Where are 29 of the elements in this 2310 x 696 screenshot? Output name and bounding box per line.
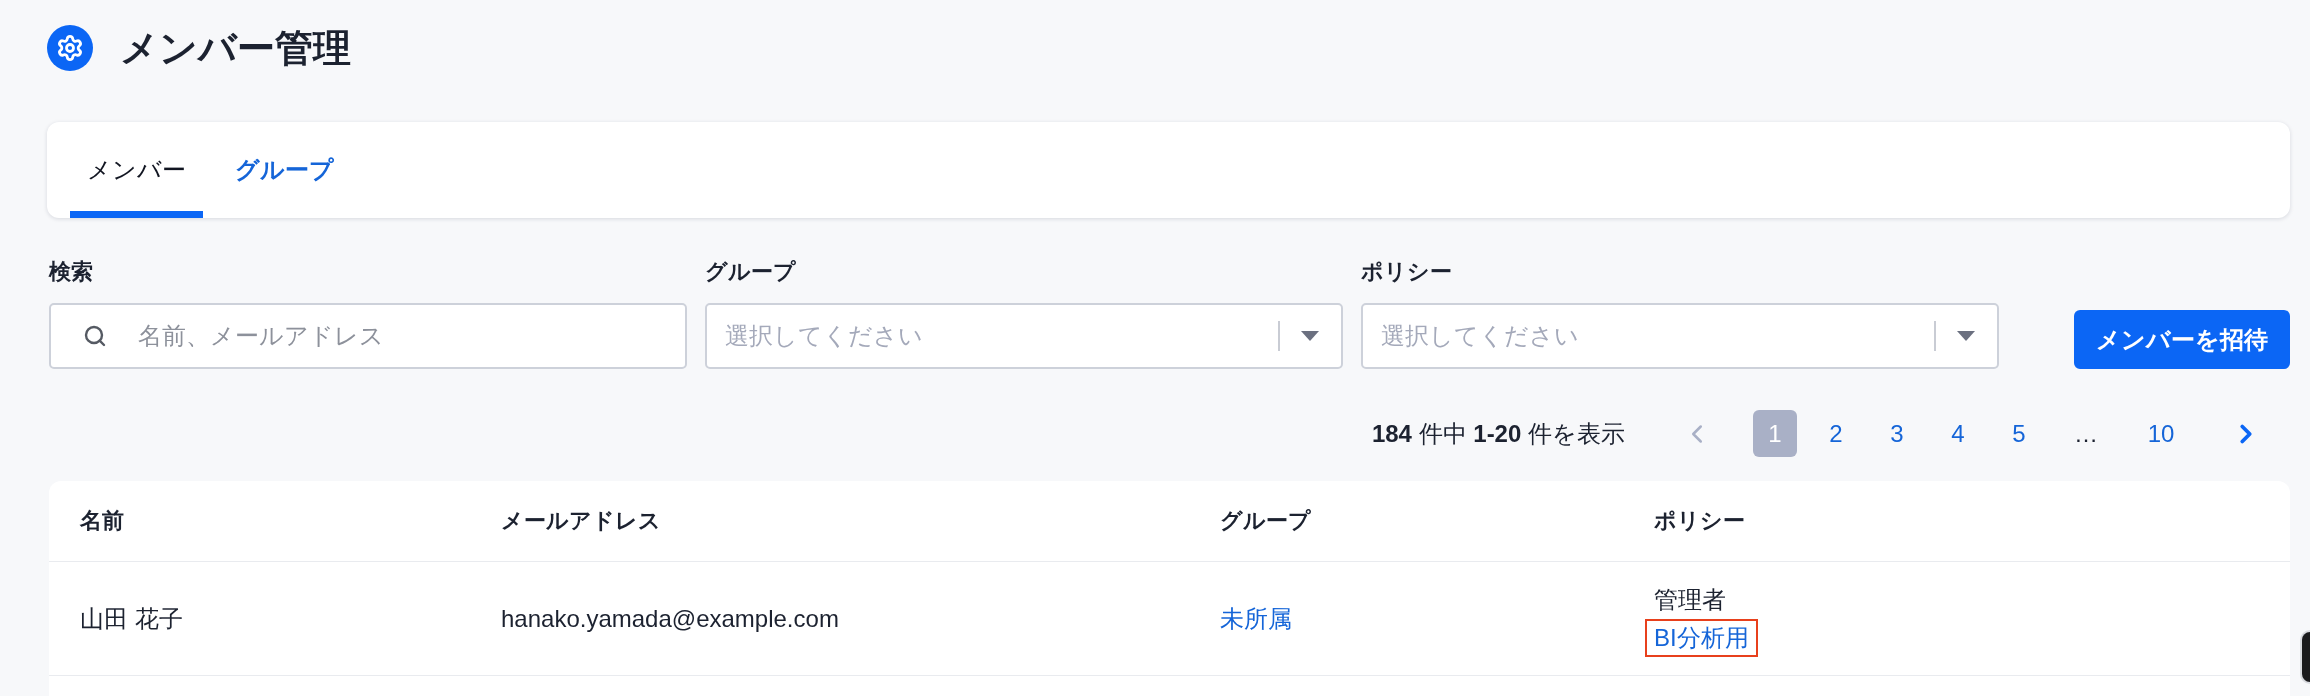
column-header: グループ <box>1220 507 1311 535</box>
page-button[interactable]: 10 <box>2139 410 2183 457</box>
policy-link[interactable]: BI分析用 <box>1645 618 1758 657</box>
invite-button[interactable]: メンバーを招待 <box>2074 310 2290 369</box>
settings-icon <box>47 25 93 71</box>
caret-down-icon <box>1957 331 1975 341</box>
field-label: 検索 <box>49 258 93 286</box>
column-header: メールアドレス <box>501 507 661 535</box>
column-header: ポリシー <box>1654 507 1745 535</box>
table-cell: hanako.yamada@example.com <box>501 604 839 633</box>
page-title: メンバー管理 <box>120 26 351 71</box>
round-button[interactable] <box>2300 630 2310 684</box>
page-button[interactable]: 2 <box>1814 410 1858 457</box>
caret-down-icon <box>1301 331 1319 341</box>
page-button[interactable]: 5 <box>1997 410 2041 457</box>
page-button[interactable]: 4 <box>1936 410 1980 457</box>
policy-text: 管理者 <box>1653 584 1727 615</box>
page-ellipsis: … <box>2073 419 2099 449</box>
field-label: ポリシー <box>1361 258 1452 286</box>
search-field[interactable]: 名前、メールアドレス <box>49 303 687 369</box>
result-summary: 184 件中 1-20 件を表示 <box>1371 418 1625 449</box>
table-cell-text: 山田 花子 <box>80 603 183 634</box>
page-button[interactable]: 3 <box>1875 410 1919 457</box>
tab[interactable]: メンバー <box>70 122 203 218</box>
field-label: グループ <box>705 258 796 286</box>
search-icon <box>83 324 107 348</box>
tab[interactable]: グループ <box>218 122 351 218</box>
group-link[interactable]: 未所属 <box>1220 602 1292 635</box>
column-header: 名前 <box>80 507 124 535</box>
